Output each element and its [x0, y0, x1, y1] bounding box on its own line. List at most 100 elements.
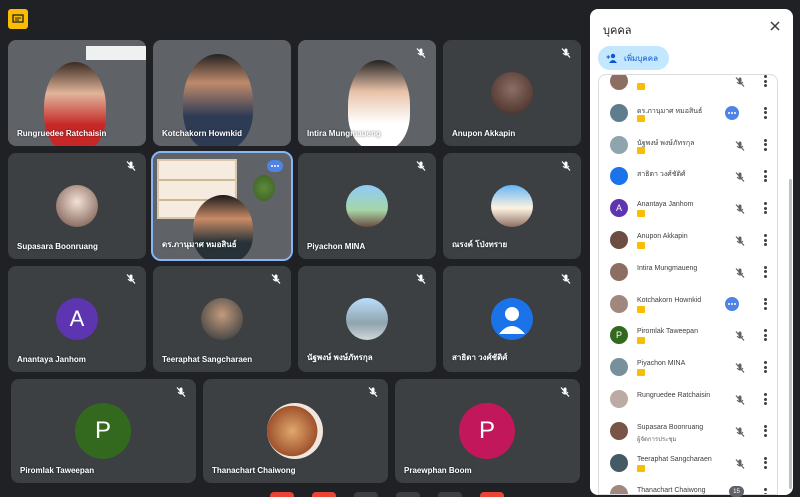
more-options-icon[interactable] — [763, 329, 767, 342]
participant-row[interactable]: Thanachart Chaiwong — [599, 478, 777, 495]
default-user-avatar-icon — [491, 298, 533, 340]
more-options-icon[interactable] — [763, 138, 767, 151]
participant-row[interactable]: Anupon Akkapin — [599, 224, 777, 256]
participant-row[interactable] — [599, 75, 777, 97]
participant-tile[interactable]: P Praewphan Boom — [395, 379, 580, 483]
more-options-icon[interactable] — [763, 297, 767, 310]
participant-avatar — [610, 262, 628, 281]
mic-off-icon[interactable] — [734, 202, 746, 215]
participant-tile[interactable]: Kotchakorn Hownkid — [153, 40, 291, 146]
badge-icon — [637, 146, 645, 154]
participant-avatar — [610, 294, 628, 313]
mic-off-icon[interactable] — [734, 393, 746, 405]
participant-avatar — [610, 453, 628, 472]
more-options-icon[interactable] — [763, 75, 767, 87]
add-people-button[interactable]: เพิ่มบุคคล — [598, 46, 669, 70]
participant-name: นัฐพงษ์ พงษ์ภัทรกุล — [637, 139, 695, 147]
toolbar-button[interactable] — [354, 492, 378, 497]
badge-icon — [637, 210, 645, 218]
mic-off-icon[interactable] — [734, 425, 746, 437]
participant-name: Supasara Boonruang — [17, 242, 98, 251]
participant-row[interactable]: Rungruedee Ratchaisin — [599, 383, 777, 415]
participant-avatar — [610, 167, 628, 186]
mic-off-icon[interactable] — [734, 139, 746, 151]
participant-row[interactable]: นัฐพงษ์ พงษ์ภัทรกุล — [599, 129, 777, 161]
participant-avatar — [346, 298, 388, 340]
participant-tile[interactable]: Teeraphat Sangcharaen — [153, 266, 291, 372]
participant-name: Teeraphat Sangcharaen — [162, 355, 253, 364]
participant-list[interactable]: ดร.ภานุมาศ หมอสินธ์นัฐพงษ์ พงษ์ภัทรกุลสา… — [598, 74, 778, 495]
close-icon[interactable] — [768, 19, 782, 33]
badge-icon — [637, 83, 645, 90]
end-call-button[interactable] — [480, 492, 504, 497]
more-options-icon[interactable] — [763, 456, 767, 469]
toolbar-button[interactable] — [396, 492, 420, 497]
mic-off-icon[interactable] — [734, 170, 746, 183]
participant-name: Thanachart Chaiwong — [637, 487, 706, 495]
more-options-icon[interactable] — [763, 202, 767, 215]
participant-avatar: P — [610, 326, 628, 345]
participant-tile[interactable]: สาธิตา วงศ์ชัติศ์ — [443, 266, 581, 372]
participant-row[interactable]: Kotchakorn Hownkid — [599, 288, 777, 320]
plant-decoration — [253, 175, 275, 201]
participant-tile-active-speaker[interactable]: ดร.ภานุมาศ หมอสินธ์ — [151, 151, 293, 261]
mic-off-icon — [561, 161, 571, 171]
toolbar-button[interactable] — [270, 492, 294, 497]
mic-off-icon — [416, 48, 426, 58]
participant-row[interactable]: สาธิตา วงศ์ชัติศ์ — [599, 160, 777, 192]
participant-tile[interactable]: Supasara Boonruang — [8, 153, 146, 259]
mic-off-icon[interactable] — [734, 234, 746, 246]
participant-row[interactable]: ดร.ภานุมาศ หมอสินธ์ — [599, 97, 777, 129]
participant-row[interactable]: Intira Mungmaueng — [599, 256, 777, 288]
participant-avatar — [610, 231, 628, 249]
more-options-icon[interactable] — [763, 424, 767, 437]
more-options-icon[interactable] — [763, 488, 767, 494]
more-options-icon[interactable] — [763, 234, 767, 246]
participant-avatar: A — [610, 199, 628, 218]
scrollbar[interactable] — [789, 179, 792, 489]
participant-tile[interactable]: Rungruedee Ratchaisin — [8, 40, 146, 146]
mic-off-icon — [271, 274, 281, 284]
more-options-icon[interactable] — [763, 361, 767, 374]
speaking-indicator-icon — [267, 160, 283, 172]
mic-off-icon[interactable] — [734, 329, 746, 342]
participant-avatar — [56, 185, 98, 227]
participant-name: Thanachart Chaiwong — [212, 466, 296, 475]
participant-tile[interactable]: Anupon Akkapin — [443, 40, 581, 146]
participant-tile[interactable]: A Anantaya Janhom — [8, 266, 146, 372]
mic-off-icon[interactable] — [734, 75, 746, 87]
toolbar-button[interactable] — [312, 492, 336, 497]
participant-role: ผู้จัดการประชุม — [637, 436, 677, 443]
toolbar-button[interactable] — [438, 492, 462, 497]
participant-tile[interactable]: Intira Mungmaueng — [298, 40, 436, 146]
institution-logo — [86, 46, 146, 60]
participant-avatar: A — [56, 298, 98, 340]
participant-tile[interactable]: Piyachon MINA — [298, 153, 436, 259]
participant-row[interactable]: Teeraphat Sangcharaen — [599, 447, 777, 479]
mic-off-icon[interactable] — [734, 266, 746, 278]
participant-tile[interactable]: Thanachart Chaiwong — [203, 379, 388, 483]
participant-avatar — [610, 358, 628, 377]
present-screen-icon[interactable] — [8, 9, 28, 29]
badge-icon — [637, 305, 645, 313]
mic-off-icon[interactable] — [734, 457, 746, 469]
participant-name: Kotchakorn Hownkid — [637, 296, 702, 304]
more-options-icon[interactable] — [763, 393, 767, 405]
participant-tile[interactable]: นัฐพงษ์ พงษ์ภัทรกุล — [298, 266, 436, 372]
more-options-icon[interactable] — [763, 170, 767, 183]
more-options-icon[interactable] — [763, 265, 767, 278]
participant-name: Praewphan Boom — [404, 466, 472, 475]
participant-tile[interactable]: P Piromlak Taweepan — [11, 379, 196, 483]
mic-off-icon[interactable] — [734, 361, 746, 374]
participant-name: ดร.ภานุมาศ หมอสินธ์ — [637, 107, 703, 115]
participant-row[interactable]: Supasara Boonruang ผู้จัดการประชุม — [599, 415, 777, 447]
participant-name: นัฐพงษ์ พงษ์ภัทรกุล — [307, 353, 373, 362]
participant-name: Rungruedee Ratchaisin — [637, 392, 711, 399]
participant-row[interactable]: A Anantaya Janhom — [599, 192, 777, 224]
participant-avatar — [491, 72, 533, 114]
participant-row[interactable]: Piyachon MINA — [599, 351, 777, 383]
participant-row[interactable]: P Piromlak Taweepan — [599, 319, 777, 351]
participant-avatar — [491, 185, 533, 227]
more-options-icon[interactable] — [763, 106, 767, 119]
participant-tile[interactable]: ณรงค์ โป่งทราย — [443, 153, 581, 259]
